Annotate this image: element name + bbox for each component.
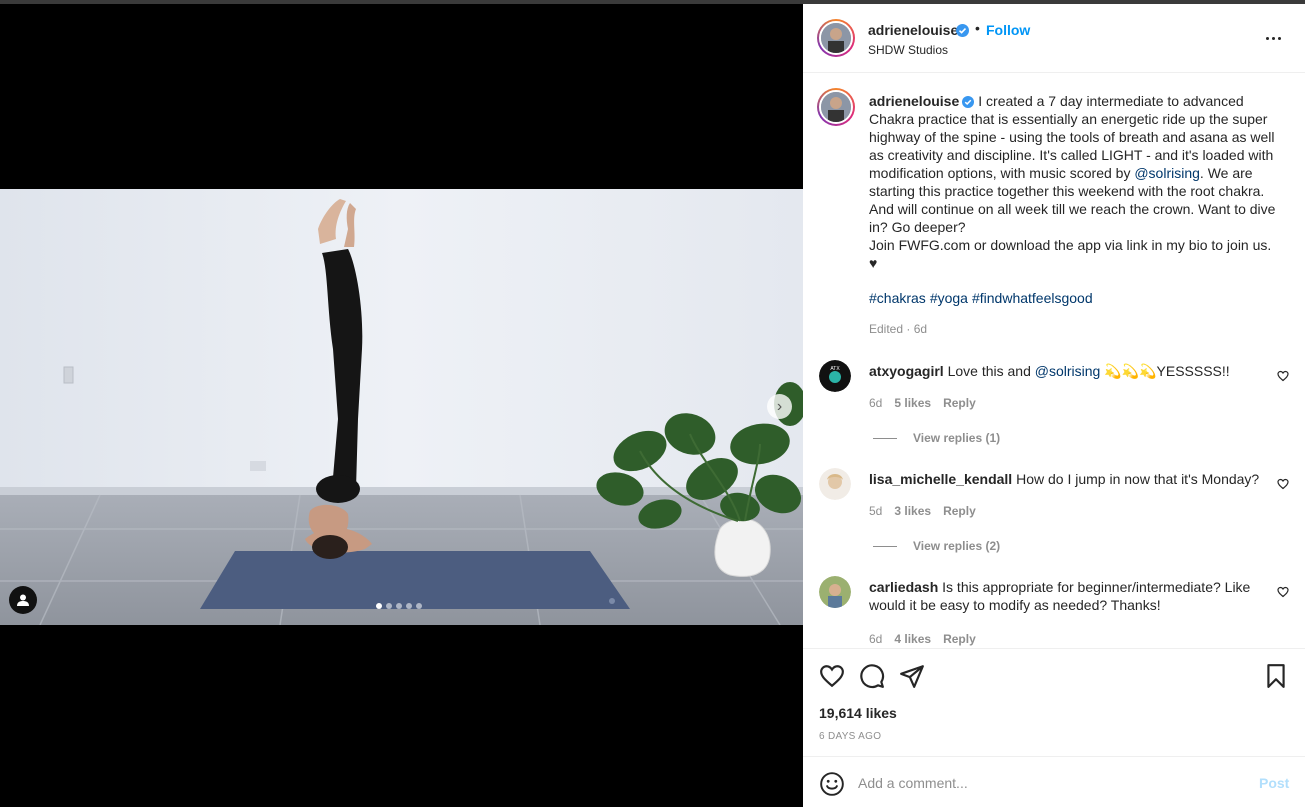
edited-timestamp: Edited · 6d [869, 322, 928, 336]
post-time-ago: 6 DAYS AGO [819, 731, 882, 742]
comment-composer: Post [803, 756, 1305, 807]
hashtag-link[interactable]: #findwhatfeelsgood [972, 290, 1093, 306]
hashtag-link[interactable]: #yoga [930, 290, 968, 306]
commenter-avatar[interactable] [819, 576, 851, 608]
comment-text: carliedash Is this appropriate for begin… [869, 578, 1269, 614]
comment-icon[interactable] [859, 663, 885, 689]
bookmark-icon[interactable] [1263, 663, 1289, 689]
carousel-dot [396, 603, 402, 609]
svg-text:ATX: ATX [830, 366, 840, 372]
comment-time[interactable]: 6d [869, 396, 882, 410]
reply-button[interactable]: Reply [943, 504, 976, 518]
carousel-indicator [376, 603, 422, 609]
heart-icon[interactable] [819, 663, 845, 689]
post-photo [0, 189, 803, 625]
carousel-dot [406, 603, 412, 609]
comment-body: How do I jump in now that it's Monday? [1016, 471, 1260, 487]
post-comment-button[interactable]: Post [1259, 775, 1289, 791]
separator-bullet: • [975, 20, 980, 36]
comment-meta: 6d 5 likes Reply [869, 396, 976, 410]
comment-body: Love this and [947, 363, 1035, 379]
reply-button[interactable]: Reply [943, 632, 976, 646]
next-arrow-icon: › [776, 397, 783, 415]
verified-badge-icon [956, 24, 969, 37]
comments-list[interactable]: adrienelouise I created a 7 day intermedi… [803, 74, 1305, 648]
share-icon[interactable] [899, 663, 925, 689]
comment-time[interactable]: 6d [869, 632, 882, 646]
post-actions: 19,614 likes 6 DAYS AGO [803, 648, 1305, 756]
author-username[interactable]: adrienelouise [868, 22, 958, 38]
commenter-avatar[interactable]: ATX [819, 360, 851, 392]
view-replies-label: View replies (1) [913, 431, 1001, 445]
post-side-panel: adrienelouise • Follow SHDW Studios adri… [803, 4, 1305, 807]
heart-icon[interactable] [1277, 478, 1289, 490]
comment-likes[interactable]: 4 likes [894, 632, 931, 646]
carousel-dot [376, 603, 382, 609]
caption-line-2: Join FWFG.com or download the app via li… [869, 237, 1272, 253]
commenter-username[interactable]: atxyogagirl [869, 363, 944, 379]
caption-mention[interactable]: @solrising [1134, 165, 1200, 181]
view-replies-button[interactable]: View replies (1) [873, 431, 1000, 445]
follow-button[interactable]: Follow [986, 22, 1030, 38]
verified-badge-icon [962, 96, 975, 108]
hashtag-link[interactable]: #chakras [869, 290, 926, 306]
commenter-username[interactable]: lisa_michelle_kendall [869, 471, 1012, 487]
carousel-dot [416, 603, 422, 609]
comment-mention[interactable]: @solrising [1035, 363, 1101, 379]
heart-icon[interactable] [1277, 370, 1289, 382]
post-caption: adrienelouise I created a 7 day intermedi… [869, 92, 1279, 272]
post-header: adrienelouise • Follow SHDW Studios [803, 4, 1305, 73]
comment-likes[interactable]: 3 likes [894, 504, 931, 518]
commenter-username[interactable]: carliedash [869, 579, 938, 595]
likes-count[interactable]: 19,614 likes [819, 705, 897, 721]
tagged-users-button[interactable] [9, 586, 37, 614]
heart-icon[interactable] [1277, 586, 1289, 598]
caption-heart: ♥ [869, 255, 878, 271]
reply-button[interactable]: Reply [943, 396, 976, 410]
comment-text: lisa_michelle_kendall How do I jump in n… [869, 470, 1269, 488]
commenter-avatar[interactable] [819, 468, 851, 500]
comment-body-cont: 💫💫💫YESSSSS!! [1100, 363, 1230, 379]
post-location[interactable]: SHDW Studios [868, 43, 948, 57]
comment-meta: 6d 4 likes Reply [869, 632, 976, 646]
view-replies-button[interactable]: View replies (2) [873, 539, 1000, 553]
caption-author-avatar[interactable] [817, 88, 855, 126]
more-options-icon[interactable] [1261, 28, 1285, 48]
post-media: › [0, 4, 803, 807]
comment-time[interactable]: 5d [869, 504, 882, 518]
comment-likes[interactable]: 5 likes [894, 396, 931, 410]
comment-input[interactable] [858, 771, 1238, 795]
emoji-icon[interactable] [819, 771, 845, 797]
view-replies-label: View replies (2) [913, 539, 1001, 553]
next-image-button[interactable]: › [767, 394, 792, 419]
carousel-dot [386, 603, 392, 609]
comment-meta: 5d 3 likes Reply [869, 504, 976, 518]
caption-hashtags: #chakras #yoga #findwhatfeelsgood [869, 290, 1097, 306]
comment-text: atxyogagirl Love this and @solrising 💫💫💫… [869, 362, 1269, 380]
caption-username[interactable]: adrienelouise [869, 93, 959, 109]
user-tag-icon [17, 594, 29, 606]
author-avatar[interactable] [817, 19, 855, 57]
